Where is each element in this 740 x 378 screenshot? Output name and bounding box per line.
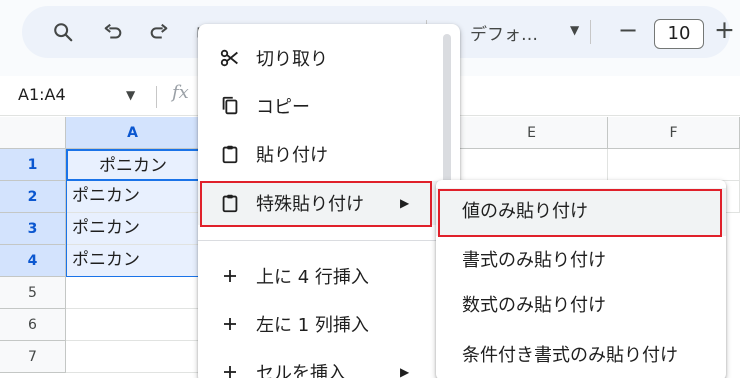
select-all-corner[interactable]	[0, 117, 66, 149]
column-header-a[interactable]: A	[66, 117, 200, 149]
menu-divider	[198, 240, 446, 241]
menu-item-paste-special[interactable]: 特殊貼り付け ▶	[198, 181, 446, 225]
menu-item-insert-rows[interactable]: 上に 4 行挿入	[198, 254, 446, 298]
chevron-right-icon: ▶	[400, 196, 410, 210]
row-header-6[interactable]: 6	[0, 309, 66, 341]
menu-item-label: 貼り付け	[256, 145, 328, 166]
cell-e1[interactable]	[456, 149, 608, 181]
menu-item-label: 上に 4 行挿入	[256, 267, 369, 288]
increase-font-size-button[interactable]: +	[714, 15, 735, 44]
row-header-4[interactable]: 4	[0, 245, 66, 277]
decrease-font-size-button[interactable]: −	[618, 16, 638, 44]
chevron-down-icon[interactable]: ▼	[126, 88, 135, 102]
formula-divider	[156, 86, 157, 108]
cell-a6[interactable]	[66, 309, 200, 341]
cell-f1[interactable]	[608, 149, 740, 181]
cell-a2[interactable]: ポニカン	[66, 181, 200, 213]
row-header-3[interactable]: 3	[0, 213, 66, 245]
menu-item-label: 左に 1 列挿入	[256, 315, 369, 336]
clipboard-icon	[218, 142, 242, 166]
fx-icon: fx	[172, 82, 189, 103]
redo-icon[interactable]	[146, 19, 172, 45]
row-header-5[interactable]: 5	[0, 277, 66, 309]
submenu-item-paste-format-only[interactable]: 書式のみ貼り付け	[436, 237, 726, 285]
row-header-2[interactable]: 2	[0, 181, 66, 213]
row-header-1[interactable]: 1	[0, 149, 66, 181]
menu-item-cut[interactable]: 切り取り	[198, 36, 446, 80]
font-name-select[interactable]: デフォ…	[470, 20, 538, 45]
menu-item-label: コピー	[256, 97, 310, 118]
menu-item-label: 切り取り	[256, 49, 328, 70]
cell-a4[interactable]: ポニカン	[66, 245, 200, 277]
toolbar-divider	[590, 20, 591, 44]
name-box[interactable]: A1:A4	[18, 85, 66, 104]
row-header-7[interactable]: 7	[0, 341, 66, 373]
cell-a5[interactable]	[66, 277, 200, 309]
plus-icon	[218, 360, 242, 378]
font-size-input[interactable]: 10	[654, 19, 704, 49]
chevron-right-icon: ▶	[400, 365, 410, 378]
menu-item-label: セルを挿入	[256, 363, 346, 378]
context-menu: 切り取り コピー 貼り付け 特殊貼り付け ▶ 上に 4 行挿入 左に 1 列挿入	[198, 24, 460, 378]
submenu-item-paste-formula-only[interactable]: 数式のみ貼り付け	[436, 282, 726, 330]
column-header-f[interactable]: F	[608, 117, 740, 149]
menu-item-insert-cells[interactable]: セルを挿入 ▶	[198, 350, 446, 378]
column-header-e[interactable]: E	[456, 117, 608, 149]
cell-a1[interactable]: ポニカン	[66, 149, 200, 181]
scissors-icon	[218, 46, 242, 70]
copy-icon	[218, 94, 242, 118]
submenu-item-paste-conditional-format-only[interactable]: 条件付き書式のみ貼り付け	[436, 332, 726, 378]
plus-icon	[218, 264, 242, 288]
chevron-down-icon[interactable]: ▼	[570, 23, 579, 37]
paste-special-submenu: 値のみ貼り付け 書式のみ貼り付け 数式のみ貼り付け 条件付き書式のみ貼り付け	[436, 180, 726, 378]
search-icon[interactable]	[50, 19, 76, 45]
menu-item-label: 特殊貼り付け	[256, 194, 364, 215]
cell-a3[interactable]: ポニカン	[66, 213, 200, 245]
menu-item-paste[interactable]: 貼り付け	[198, 132, 446, 176]
cell-a7[interactable]	[66, 341, 200, 373]
undo-icon[interactable]	[100, 19, 126, 45]
clipboard-icon	[218, 191, 242, 215]
menu-item-insert-column[interactable]: 左に 1 列挿入	[198, 302, 446, 346]
plus-icon	[218, 312, 242, 336]
submenu-item-paste-values-only[interactable]: 値のみ貼り付け	[436, 188, 726, 236]
menu-item-copy[interactable]: コピー	[198, 84, 446, 128]
